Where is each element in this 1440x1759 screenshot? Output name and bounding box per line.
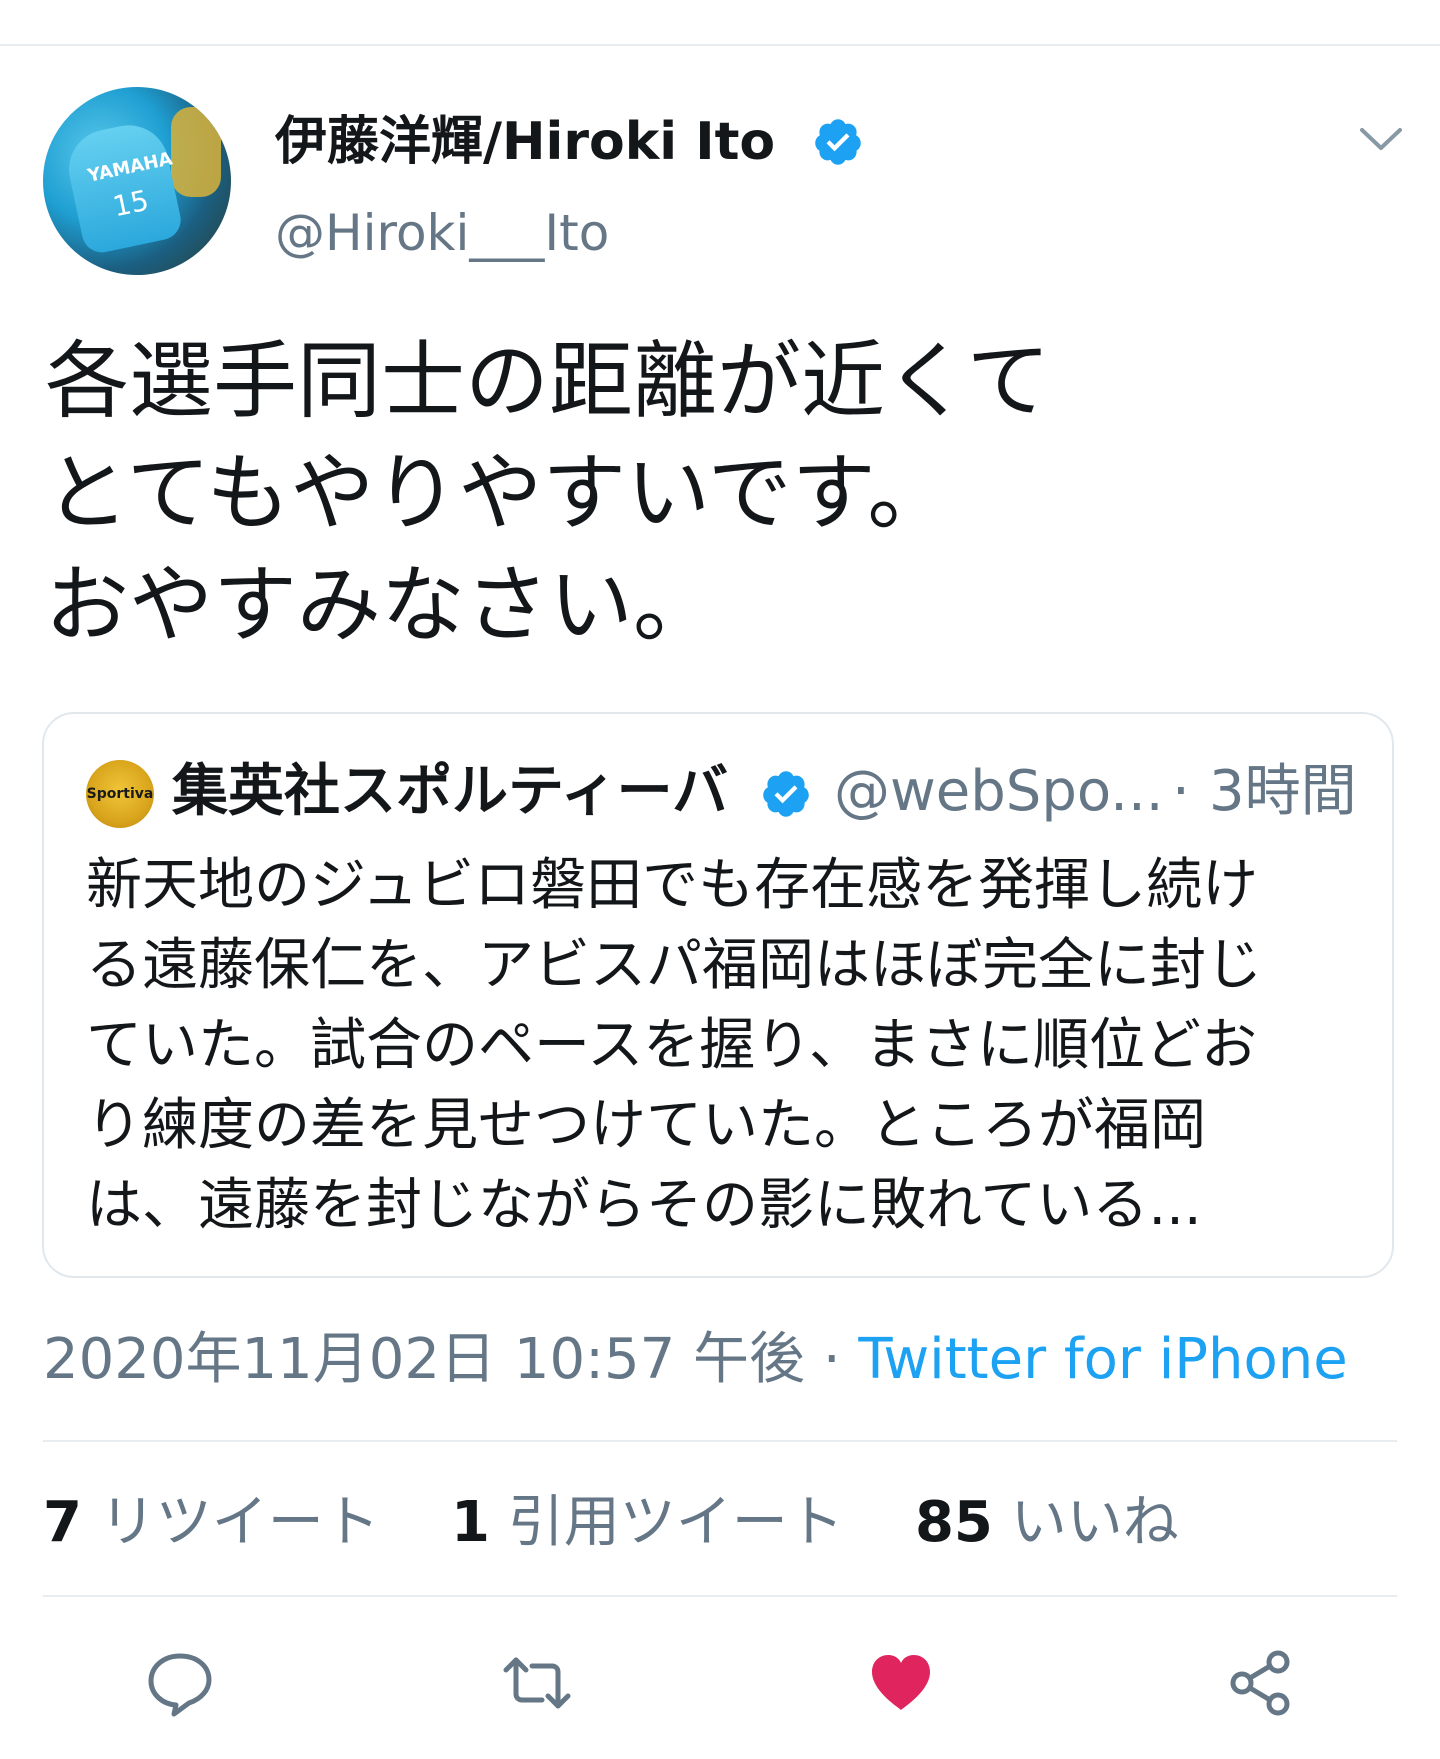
retweets-count: 7	[43, 1490, 82, 1555]
share-icon[interactable]	[1226, 1648, 1296, 1718]
quotes-stat[interactable]: 1 引用ツイート	[451, 1490, 844, 1555]
tweet-body-text: 各選手同士の距離が近くて とてもやりやすいです。 おやすみなさい。	[45, 332, 1051, 654]
retweets-label: リツイート	[99, 1490, 380, 1555]
chevron-down-icon[interactable]	[1358, 126, 1404, 154]
verified-badge-icon	[815, 119, 861, 165]
quoted-author-avatar[interactable]: Sportiva	[86, 760, 154, 828]
quoted-avatar-label: Sportiva	[86, 786, 154, 802]
likes-stat[interactable]: 85 いいね	[915, 1490, 1179, 1555]
likes-count: 85	[914, 1490, 993, 1555]
author-handle[interactable]: @Hiroki___Ito	[275, 203, 609, 263]
avatar-shoulder-detail	[171, 107, 221, 197]
quotes-count: 1	[450, 1490, 490, 1555]
quoted-timestamp: 3時間	[1209, 759, 1357, 824]
meta-divider	[43, 1440, 1397, 1442]
retweets-stat[interactable]: 7 リツイート	[43, 1490, 380, 1555]
meta-separator: ·	[805, 1327, 859, 1392]
tweet-timestamp[interactable]: 2020年11月02日 10:57 午後	[43, 1327, 805, 1392]
tweet-stats: 7 リツイート 1 引用ツイート 85 いいね	[43, 1488, 1179, 1558]
author-avatar[interactable]: YAMAHA 15	[43, 87, 231, 275]
tweet-meta: 2020年11月02日 10:57 午後 · Twitter for iPhon…	[43, 1325, 1348, 1395]
quoted-author-name[interactable]: 集英社スポルティーバ	[172, 758, 728, 826]
retweet-icon[interactable]	[502, 1648, 572, 1718]
stats-divider	[43, 1595, 1397, 1597]
quoted-author-handle[interactable]: @webSpo...	[834, 758, 1164, 826]
likes-label: いいね	[1010, 1490, 1179, 1555]
quoted-tweet-card[interactable]: Sportiva 集英社スポルティーバ @webSpo... · 3時間 新天地…	[42, 712, 1394, 1278]
verified-badge-icon	[763, 771, 809, 817]
author-display-name[interactable]: 伊藤洋輝/Hiroki Ito	[275, 112, 775, 172]
quoted-time-separator: ·	[1172, 759, 1190, 824]
avatar-jersey	[61, 117, 185, 257]
quotes-label: 引用ツイート	[507, 1490, 844, 1555]
top-divider	[0, 44, 1440, 46]
reply-icon[interactable]	[145, 1648, 215, 1718]
heart-icon[interactable]	[866, 1648, 936, 1718]
tweet-source-link[interactable]: Twitter for iPhone	[858, 1327, 1347, 1392]
quoted-tweet-text: 新天地のジュビロ磐田でも存在感を発揮し続け る遠藤保仁を、アビスパ福岡はほぼ完全…	[86, 853, 1262, 1238]
